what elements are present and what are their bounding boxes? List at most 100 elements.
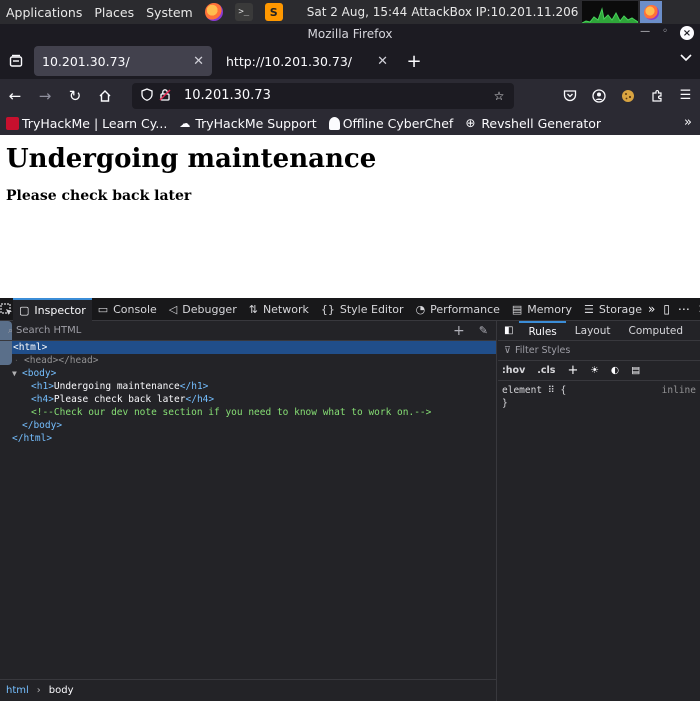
hov-toggle[interactable]: :hov: [502, 365, 525, 376]
devtools-tab-console[interactable]: ▭ Console: [92, 298, 163, 321]
html-tree: <html> · <head></head> ▼ <body> <h1>Underg…: [0, 341, 496, 445]
devtools-tab-memory[interactable]: ▤ Memory: [506, 298, 578, 321]
app-menu-icon[interactable]: ☰: [671, 82, 700, 110]
tree-node-html[interactable]: <html>: [0, 341, 496, 354]
devtools-tab-debugger[interactable]: ◁ Debugger: [163, 298, 243, 321]
light-theme-sun-icon[interactable]: ☀: [590, 365, 599, 376]
extensions-puzzle-icon[interactable]: [642, 82, 671, 110]
bookmarks-overflow-chevron-icon[interactable]: »: [684, 115, 692, 130]
support-cloud-icon: ☁: [179, 117, 191, 130]
breadcrumb-html[interactable]: html: [6, 685, 29, 696]
bookmark-offline-cyberchef[interactable]: Offline CyberChef: [323, 116, 460, 131]
tab-label: http://10.201.30.73/: [226, 53, 353, 69]
firefox-tray-icon[interactable]: [640, 1, 663, 23]
list-all-tabs-icon[interactable]: [680, 51, 692, 65]
tree-node-comment[interactable]: <!--Check our dev note section if you ne…: [0, 406, 496, 419]
bookmark-star-icon[interactable]: ☆: [490, 89, 508, 103]
responsive-design-icon[interactable]: ▯: [663, 302, 670, 316]
dark-theme-contrast-icon[interactable]: ◐: [611, 365, 619, 376]
new-tab-button[interactable]: +: [400, 47, 428, 75]
add-node-icon[interactable]: +: [453, 323, 465, 339]
memory-icon: ▤: [511, 302, 523, 316]
devtools-tab-storage[interactable]: ☰ Storage: [578, 298, 648, 321]
rules-sidebar: ◧ Rules Layout Computed C ⊽ Filter Style…: [498, 320, 700, 701]
tag-name: html: [18, 342, 42, 353]
account-icon[interactable]: [584, 82, 613, 110]
rule-open-brace: {: [560, 385, 567, 396]
devtools-options-icon[interactable]: ⋯: [678, 302, 690, 316]
tree-node-html-close[interactable]: </html>: [0, 432, 496, 445]
grid-selector-icon[interactable]: ⠿: [548, 385, 561, 396]
breadcrumb-body[interactable]: body: [49, 685, 74, 696]
cookie-extension-icon[interactable]: [613, 82, 642, 110]
tab-active[interactable]: 10.201.30.73/ ✕: [34, 46, 212, 76]
tree-node-h4[interactable]: <h4>Please check back later</h4>: [0, 393, 496, 406]
tree-node-h1[interactable]: <h1>Undergoing maintenance</h1>: [0, 380, 496, 393]
expand-arrow-icon[interactable]: ·: [14, 354, 24, 367]
chef-hat-icon: [328, 117, 340, 130]
forward-arrow-icon[interactable]: →: [30, 82, 60, 110]
applications-menu[interactable]: Applications: [0, 5, 88, 20]
toggle-pane-icon[interactable]: ◧: [498, 325, 519, 336]
eyedropper-icon[interactable]: ✎: [479, 324, 488, 337]
close-tab-icon[interactable]: ✕: [193, 54, 204, 69]
add-rule-icon[interactable]: +: [567, 363, 578, 378]
attackbox-ip: AttackBox IP:10.201.11.206: [411, 5, 579, 19]
tag-name: h1: [36, 381, 49, 392]
cls-toggle[interactable]: .cls: [537, 365, 555, 376]
tracking-shield-icon[interactable]: [138, 87, 156, 104]
devtools-tab-label: Console: [113, 302, 157, 316]
search-html-row: ⌕ Search HTML + ✎: [0, 321, 496, 341]
terminal-launcher-icon[interactable]: >_: [234, 3, 253, 21]
search-html-input[interactable]: Search HTML: [16, 325, 81, 336]
reload-icon[interactable]: ↻: [60, 82, 90, 110]
rule-selector[interactable]: element: [502, 385, 542, 396]
tree-node-body-close[interactable]: </body>: [0, 419, 496, 432]
tab-computed[interactable]: Computed: [619, 321, 692, 341]
bookmark-tryhackme-support[interactable]: ☁ TryHackMe Support: [173, 116, 322, 131]
pocket-icon[interactable]: [555, 82, 584, 110]
tab-rules[interactable]: Rules: [519, 320, 566, 341]
devtools-tab-performance[interactable]: ◔ Performance: [410, 298, 506, 321]
system-monitor-graph: [582, 1, 639, 23]
network-icon: ⇅: [248, 302, 258, 316]
url-bar[interactable]: 10.201.30.73 ☆: [132, 82, 514, 109]
firefox-launcher-icon[interactable]: [204, 3, 223, 21]
sublime-launcher-icon[interactable]: S: [264, 3, 283, 21]
window-titlebar: Mozilla Firefox — ◦ ×: [0, 24, 700, 43]
inspector-icon: ▢: [19, 303, 30, 317]
insecure-lock-icon[interactable]: [156, 88, 174, 104]
maximize-icon[interactable]: ◦: [662, 26, 668, 40]
close-window-icon[interactable]: ×: [680, 26, 694, 40]
close-tab-icon[interactable]: ✕: [377, 54, 388, 69]
devtools-tab-network[interactable]: ⇅ Network: [243, 298, 315, 321]
tab-layout[interactable]: Layout: [566, 321, 620, 341]
print-media-icon[interactable]: ▤: [631, 365, 640, 376]
tryhackme-icon: [6, 117, 19, 130]
more-tools-chevron-icon[interactable]: »: [648, 302, 655, 316]
bookmark-revshell-generator[interactable]: ⊕ Revshell Generator: [459, 116, 607, 131]
firefox-view-icon[interactable]: [0, 45, 32, 77]
devtools-tab-label: Performance: [430, 302, 500, 316]
places-menu[interactable]: Places: [88, 5, 140, 20]
minimize-icon[interactable]: —: [640, 26, 650, 40]
tab-inactive[interactable]: http://10.201.30.73/ ✕: [218, 46, 396, 76]
devtools-tab-style-editor[interactable]: {} Style Editor: [315, 298, 410, 321]
element-picker-icon[interactable]: [0, 298, 13, 321]
bookmark-tryhackme[interactable]: TryHackMe | Learn Cy...: [0, 116, 173, 131]
page-heading: Undergoing maintenance: [6, 144, 377, 174]
devtools-tab-inspector[interactable]: ▢ Inspector: [13, 297, 92, 321]
tree-node-body[interactable]: ▼ <body>: [0, 367, 496, 380]
tree-node-head[interactable]: · <head></head>: [0, 354, 496, 367]
devtools-tab-label: Inspector: [34, 303, 86, 317]
home-icon[interactable]: [90, 82, 120, 110]
globe-icon: ⊕: [465, 116, 476, 130]
breadcrumb-separator-icon: ›: [36, 685, 41, 696]
tag-name: body: [27, 368, 51, 379]
filter-styles-input[interactable]: Filter Styles: [515, 345, 570, 356]
collapse-arrow-icon[interactable]: ▼: [12, 367, 22, 380]
system-menu[interactable]: System: [140, 5, 199, 20]
tab-changes[interactable]: C: [692, 321, 700, 341]
clock[interactable]: Sat 2 Aug, 15:44: [307, 5, 408, 19]
back-arrow-icon[interactable]: ←: [0, 82, 30, 110]
